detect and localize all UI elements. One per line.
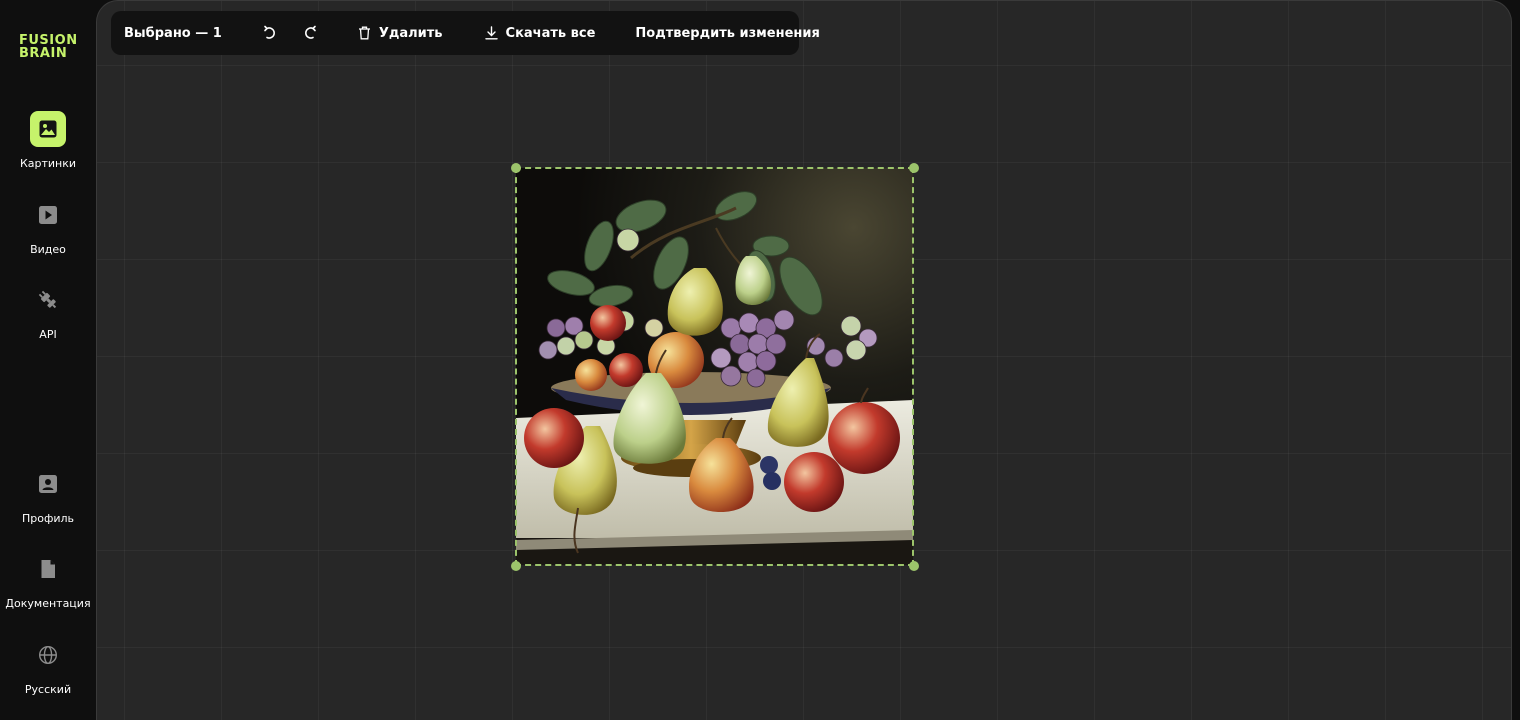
nav-label-images: Картинки <box>19 157 77 170</box>
download-all-label: Скачать все <box>505 25 596 41</box>
image-icon <box>30 111 66 147</box>
selection-frame[interactable] <box>515 167 914 566</box>
nav-item-profile[interactable]: Профиль <box>0 466 96 525</box>
trash-icon <box>358 26 371 40</box>
document-icon <box>30 551 66 587</box>
resize-handle-top-left[interactable] <box>511 163 521 173</box>
nav-item-video[interactable]: Видео <box>0 197 96 256</box>
logo-line-2: BRAIN <box>19 46 68 61</box>
download-all-button[interactable]: Скачать все <box>464 11 617 55</box>
play-icon <box>30 197 66 233</box>
plug-icon <box>30 282 66 318</box>
redo-icon <box>303 25 317 41</box>
resize-handle-top-right[interactable] <box>909 163 919 173</box>
resize-handle-bottom-left[interactable] <box>511 561 521 571</box>
sidebar: FUSION BRAIN Картинки Видео API Профиль … <box>0 0 96 708</box>
nav-label-video: Видео <box>30 243 66 256</box>
nav-item-images[interactable]: Картинки <box>0 111 96 170</box>
delete-label: Удалить <box>378 25 443 41</box>
selected-count: Выбрано — 1 <box>124 25 222 41</box>
nav-item-api[interactable]: API <box>0 282 96 341</box>
delete-button[interactable]: Удалить <box>337 11 464 55</box>
nav-label-language: Русский <box>24 683 72 696</box>
download-icon <box>484 26 498 40</box>
nav-item-language[interactable]: Русский <box>0 637 96 696</box>
profile-icon <box>30 466 66 502</box>
undo-icon <box>263 25 277 41</box>
nav-item-documentation[interactable]: Документация <box>0 551 96 610</box>
logo[interactable]: FUSION BRAIN <box>19 34 78 60</box>
globe-icon <box>30 637 66 673</box>
redo-button[interactable] <box>290 11 337 55</box>
nav-label-api: API <box>39 328 57 341</box>
nav-label-profile: Профиль <box>21 512 75 525</box>
confirm-changes-button[interactable]: Подтвердить изменения <box>616 11 832 55</box>
nav-label-documentation: Документация <box>5 597 91 610</box>
resize-handle-bottom-right[interactable] <box>909 561 919 571</box>
undo-button[interactable] <box>243 11 290 55</box>
selection-toolbar: Выбрано — 1 Удалить Скачать все Подтверд… <box>111 11 820 55</box>
